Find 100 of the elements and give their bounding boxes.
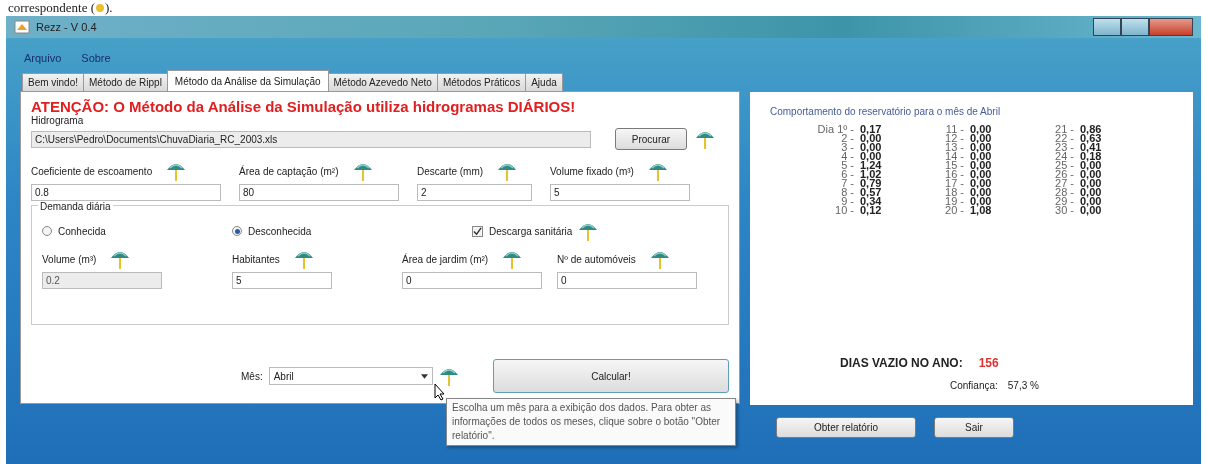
day-value: 0,00 [1080,179,1102,188]
radio-label: Desconhecida [248,225,312,237]
day-value: 1,24 [860,161,882,170]
day-value: 0,00 [970,125,992,134]
caption-text: correspondente ( [8,0,95,16]
field-label: Volume fixado (m³) [550,165,634,177]
tab[interactable]: Método Azevedo Neto [327,73,438,91]
caption-text: ). [105,0,113,16]
checkbox-label: Descarga sanitária [489,225,573,237]
day-label: 6 - [840,170,854,179]
window-title: Rezz - V 0.4 [36,21,97,33]
field-label: Descarte (mm) [417,165,484,177]
day-value: 0,79 [860,179,882,188]
day-value: 0,18 [1080,152,1102,161]
input-field[interactable]: 5 [550,184,690,201]
day-value: 0,63 [1080,134,1102,143]
input-field[interactable]: 0 [557,272,697,289]
day-value: 0,17 [860,125,882,134]
day-label: 24 - [1054,152,1074,161]
day-value: 0,00 [970,143,992,152]
day-value: 1,02 [860,170,882,179]
day-label: 4 - [840,152,854,161]
action-button[interactable]: Sair [934,417,1014,438]
day-value: 0,00 [860,143,882,152]
tab[interactable]: Bem vindo! [22,73,85,91]
day-value: 0,00 [1080,188,1102,197]
day-label: 2 - [841,134,854,143]
warning-text: ATENÇÃO: O Método da Análise da Simulação utiliza hidrogramas DIÁRIOS! [31,98,577,115]
day-label: 13 - [944,143,964,152]
menu-item[interactable]: Sobre [81,52,111,64]
day-label: 27 - [1054,179,1074,188]
calculate-button[interactable]: Calcular! [492,359,729,393]
menu-item[interactable]: Arquivo [24,52,62,64]
tab[interactable]: Métodos Práticos [436,73,527,91]
tooltip: Escolha um mês para a exibição dos dados. Para obter as informações de todos os meses, clique sobre o botão "Obter relatório". [446,398,736,446]
mark-icon [95,3,105,13]
day-label: 19 - [944,197,964,206]
file-path-field[interactable]: C:\Users\Pedro\Documents\ChuvaDiaria_RC_2003.xls [31,130,591,148]
field-label: Coeficiente de escoamento [31,165,153,177]
day-value: 0,00 [970,188,992,197]
day-label: 29 - [1054,197,1074,206]
field-label: Hidrograma [31,115,84,126]
day-label: 18 - [944,188,964,197]
radio-button[interactable] [232,226,242,236]
input-field[interactable]: 80 [239,184,399,201]
day-label: 17 - [944,179,964,188]
day-label: 3 - [840,143,854,152]
maximize-button[interactable] [1121,18,1149,36]
radio-label: Conhecida [58,225,106,237]
day-value: 0,00 [970,152,992,161]
input-field[interactable]: 0.8 [31,184,221,201]
action-button[interactable]: Obter relatório [776,417,916,438]
day-value: 0,00 [970,179,992,188]
field-label: Área de jardim (m²) [402,253,489,265]
field-label: Volume (m³) [42,253,97,265]
day-label: Dia 1º - [816,125,854,134]
day-label: 21 - [1054,125,1074,134]
summary-label: Confiança: [950,380,998,391]
day-label: 8 - [840,188,854,197]
field-label: Nº de automóveis [557,253,636,265]
day-value: 0,57 [860,188,882,197]
minimize-button[interactable] [1093,18,1121,36]
results-title: Comportamento do reservatório para o mês de Abril [770,106,1002,117]
day-label: 10 - [834,206,854,215]
day-label: 23 - [1054,143,1074,152]
app-icon [14,20,30,34]
tab[interactable]: Ajuda [525,73,563,91]
day-value: 0,00 [860,134,882,143]
day-value: 0,00 [970,197,992,206]
caret-icon [420,373,428,379]
day-label: 26 - [1054,170,1074,179]
radio-button[interactable] [42,226,52,236]
field-label: Área de captação (m²) [239,165,339,177]
day-label: 14 - [944,152,964,161]
input-field[interactable]: 0 [402,272,542,289]
day-value: 0,00 [1080,161,1102,170]
day-label: 28 - [1054,188,1074,197]
day-value: 0,00 [1080,197,1102,206]
field-label: Mês: [241,370,263,382]
day-value: 1,08 [970,206,992,215]
cursor-icon [434,383,446,401]
day-label: 9 - [841,197,854,206]
day-value: 0,00 [970,134,992,143]
close-button[interactable] [1149,18,1193,36]
browse-button[interactable]: Procurar [615,128,687,150]
summary-label: DIAS VAZIO NO ANO: [840,356,963,370]
tab[interactable]: Método da Análise da Simulação [166,70,329,91]
day-value: 0,00 [860,152,882,161]
day-value: 0,00 [970,170,992,179]
day-label: 30 - [1054,206,1074,215]
input-field[interactable]: 2 [417,184,532,201]
day-label: 7 - [840,179,854,188]
day-value: 0,00 [1080,206,1102,215]
day-label: 12 - [944,134,964,143]
tab[interactable]: Método de Rippl [83,73,168,91]
input-field[interactable]: 5 [232,272,332,289]
month-dropdown[interactable]: Abril [268,367,433,385]
day-value: 0,12 [860,206,882,215]
day-value: 0,41 [1080,143,1102,152]
checkbox[interactable] [472,225,483,237]
